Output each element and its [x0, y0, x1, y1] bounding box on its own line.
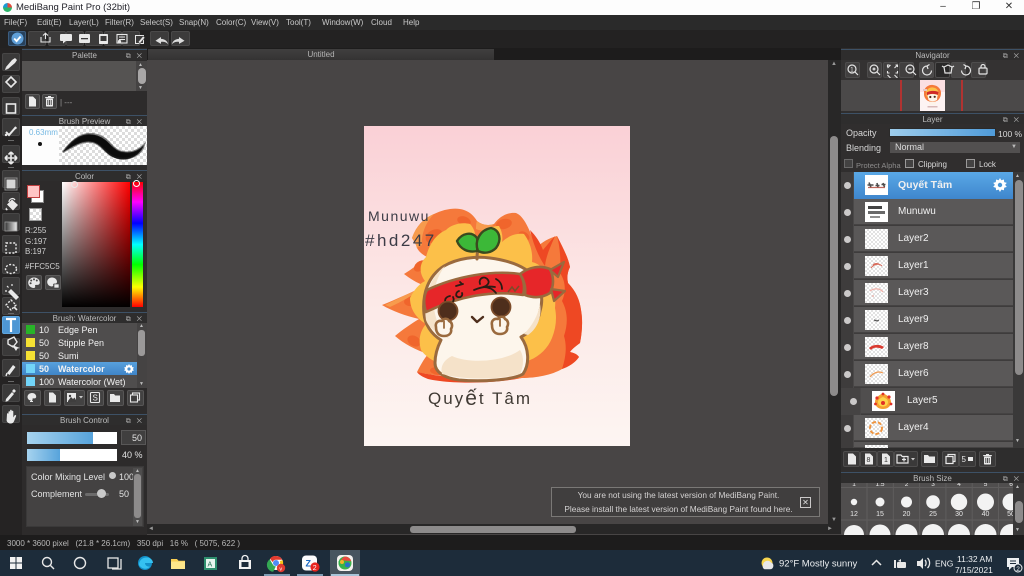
svg-text:S: S	[93, 394, 98, 403]
svg-text:5: 5	[962, 455, 967, 464]
svg-text:7/15/2021: 7/15/2021	[955, 565, 993, 575]
svg-text:8: 8	[867, 457, 871, 464]
svg-text:4: 4	[957, 483, 961, 488]
svg-text:3: 3	[931, 483, 935, 488]
svg-text:1: 1	[852, 483, 856, 488]
svg-text:12: 12	[850, 511, 858, 518]
svg-text:40: 40	[982, 511, 990, 518]
svg-text:1: 1	[884, 457, 888, 464]
svg-text:ENG: ENG	[935, 559, 953, 569]
svg-text:#hd247: #hd247	[365, 231, 437, 250]
svg-text:v: v	[279, 567, 282, 573]
svg-text:11:32 AM: 11:32 AM	[957, 554, 992, 564]
svg-text:Munuwu: Munuwu	[368, 208, 430, 224]
svg-text:20: 20	[903, 511, 911, 518]
svg-text:Quyết Tâm: Quyết Tâm	[428, 387, 532, 410]
svg-text:2: 2	[313, 565, 317, 572]
svg-text:92°F Mostly sunny: 92°F Mostly sunny	[779, 559, 857, 570]
svg-text:5: 5	[984, 483, 988, 488]
svg-text:25: 25	[929, 511, 937, 518]
svg-text:15: 15	[876, 511, 884, 518]
svg-text:2: 2	[905, 483, 909, 488]
svg-text:1.5: 1.5	[875, 483, 884, 488]
svg-text:30: 30	[955, 511, 963, 518]
svg-text:A: A	[208, 562, 213, 569]
svg-text:2: 2	[1016, 566, 1020, 573]
